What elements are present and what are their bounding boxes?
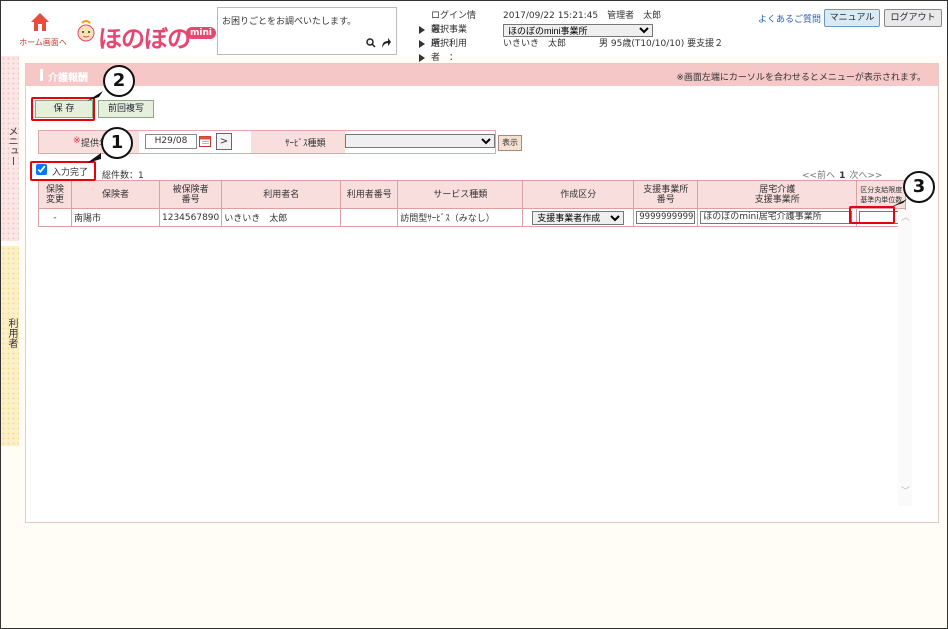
callout-pointers	[87, 91, 907, 207]
window: ホーム画面へ ほのぼの mini お困りごとをお調べいたします。 ログイン情報：…	[0, 0, 948, 629]
callout-2: 2	[103, 65, 135, 97]
callout-3-pointer	[891, 199, 907, 207]
callout-1-pointer	[87, 153, 101, 163]
callout-3: 3	[903, 171, 935, 203]
callout-2-pointer	[87, 91, 103, 101]
callout-1: 1	[101, 127, 133, 159]
